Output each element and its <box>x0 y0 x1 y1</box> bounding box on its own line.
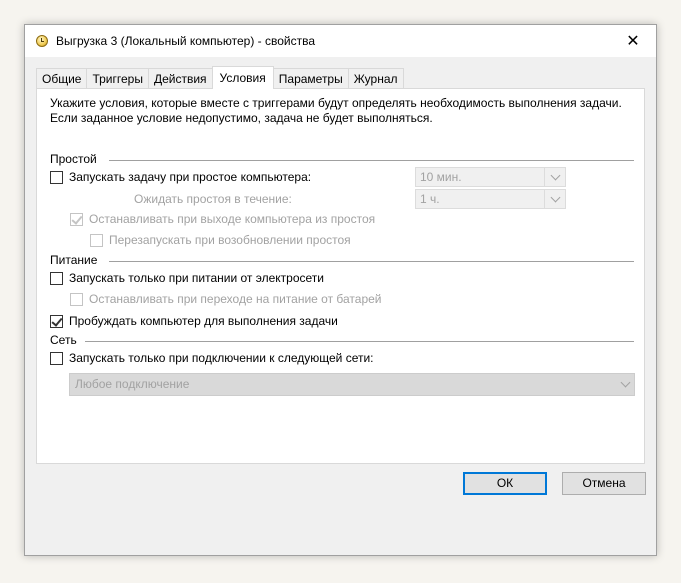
stop-on-idle-end-row[interactable]: Останавливать при выходе компьютера из п… <box>70 211 375 227</box>
idle-duration-select[interactable]: 10 мин. <box>415 167 566 187</box>
wait-idle-value: 1 ч. <box>420 192 440 206</box>
clock-icon <box>36 35 48 47</box>
wake-to-run-label: Пробуждать компьютер для выполнения зада… <box>69 314 338 328</box>
chevron-down-icon <box>620 374 631 395</box>
wait-idle-label: Ожидать простоя в течение: <box>134 192 292 206</box>
network-only-checkbox[interactable] <box>50 351 63 365</box>
restart-on-idle-row[interactable]: Перезапускать при возобновлении простоя <box>90 232 351 248</box>
ac-power-row[interactable]: Запускать только при питании от электрос… <box>50 270 324 286</box>
stop-on-battery-row[interactable]: Останавливать при переходе на питание от… <box>70 291 382 307</box>
close-button[interactable]: ✕ <box>610 25 656 57</box>
network-value: Любое подключение <box>75 377 190 391</box>
wake-to-run-row[interactable]: Пробуждать компьютер для выполнения зада… <box>50 313 338 329</box>
network-select[interactable]: Любое подключение <box>69 373 635 396</box>
network-group-divider <box>85 341 634 342</box>
power-group-divider <box>109 261 634 262</box>
properties-dialog: Выгрузка 3 (Локальный компьютер) - свойс… <box>24 24 657 556</box>
tab-conditions[interactable]: Условия <box>211 66 274 89</box>
ac-power-checkbox[interactable] <box>50 271 63 285</box>
conditions-description: Укажите условия, которые вместе с тригге… <box>50 96 622 126</box>
wake-to-run-checkbox[interactable] <box>50 314 63 328</box>
close-icon: ✕ <box>626 33 640 50</box>
network-group-label: Сеть <box>50 333 77 347</box>
title-bar[interactable]: Выгрузка 3 (Локальный компьютер) - свойс… <box>25 25 656 57</box>
wait-idle-row: Ожидать простоя в течение: <box>134 191 292 207</box>
network-only-label: Запускать только при подключении к следу… <box>69 351 374 365</box>
tab-actions[interactable]: Действия <box>147 68 213 88</box>
tab-history[interactable]: Журнал <box>347 68 404 88</box>
description-line-2: Если заданное условие недопустимо, задач… <box>50 111 433 125</box>
tab-general[interactable]: Общие <box>36 68 88 88</box>
tab-bar: Общие Триггеры Действия Условия Параметр… <box>36 66 404 89</box>
cancel-button[interactable]: Отмена <box>562 472 646 495</box>
start-if-idle-label: Запускать задачу при простое компьютера: <box>69 170 312 184</box>
description-line-1: Укажите условия, которые вместе с тригге… <box>50 96 622 110</box>
network-only-row[interactable]: Запускать только при подключении к следу… <box>50 350 374 366</box>
restart-on-idle-label: Перезапускать при возобновлении простоя <box>109 233 351 247</box>
wait-idle-select[interactable]: 1 ч. <box>415 189 566 209</box>
stop-on-idle-end-checkbox[interactable] <box>70 212 83 226</box>
restart-on-idle-checkbox[interactable] <box>90 233 103 247</box>
start-if-idle-row[interactable]: Запускать задачу при простое компьютера: <box>50 169 311 185</box>
idle-duration-value: 10 мин. <box>420 170 462 184</box>
power-group-label: Питание <box>50 253 98 267</box>
tab-triggers[interactable]: Триггеры <box>86 68 149 88</box>
stop-on-idle-end-label: Останавливать при выходе компьютера из п… <box>89 212 376 226</box>
chevron-down-icon <box>544 190 565 208</box>
idle-group-divider <box>109 160 634 161</box>
ac-power-label: Запускать только при питании от электрос… <box>69 271 324 285</box>
stop-on-battery-checkbox[interactable] <box>70 292 83 306</box>
stop-on-battery-label: Останавливать при переходе на питание от… <box>89 292 382 306</box>
chevron-down-icon <box>544 168 565 186</box>
start-if-idle-checkbox[interactable] <box>50 170 63 184</box>
tab-settings[interactable]: Параметры <box>272 68 349 88</box>
conditions-panel: Укажите условия, которые вместе с тригге… <box>36 88 645 464</box>
idle-group-label: Простой <box>50 152 97 166</box>
ok-button[interactable]: ОК <box>463 472 547 495</box>
window-title: Выгрузка 3 (Локальный компьютер) - свойс… <box>56 34 316 48</box>
